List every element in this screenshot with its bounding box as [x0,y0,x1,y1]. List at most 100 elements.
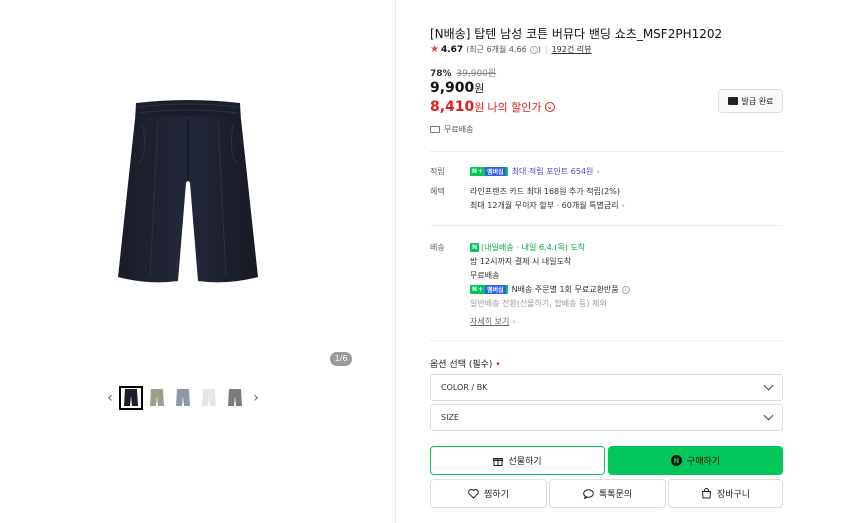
chevron-down-icon: ⌄ [544,102,555,112]
shipping-exclusion: 일반배송 전환(선물하기, 합배송 등) 제외 [470,299,607,308]
size-select-value: SIZE [441,413,459,422]
badge-plus: + [478,168,484,175]
badge-n: N [472,286,478,293]
discount-rate: 78% [430,69,452,79]
points-label: 적립 [430,167,445,176]
divider [430,225,783,226]
buy-button-label: 구매하기 [686,457,721,467]
chevron-down-icon [763,410,774,421]
coupon-button[interactable]: 발급 완료 [718,89,783,113]
thumbnail-5[interactable] [223,386,247,410]
badge-n: N [472,168,478,175]
thumb-shape-1 [124,388,138,406]
thumbnail-3[interactable] [171,386,195,410]
my-price-label: 나의 할인가 [487,101,542,114]
npay-membership-badge: N + 멤버십 [470,285,508,294]
thumb-shape-5 [228,388,242,406]
benefit-label: 혜택 [430,187,445,196]
color-select-value: COLOR / BK [441,383,488,392]
chevron-right-icon: › [596,167,600,176]
my-discount-price[interactable]: 8,410 원 나의 할인가 ⌄ [430,99,555,115]
buy-button[interactable]: N 구매하기 [608,446,783,475]
divider [430,340,783,341]
shopping-bag-icon [701,488,712,499]
more-details-link[interactable]: 자세히 보기 [470,316,509,327]
chevron-right-icon: › [621,201,625,210]
info-icon[interactable]: i [621,285,630,294]
benefit-line-2: 최대 12개월 무이자 할부 · 60개월 특별금리 [470,201,619,210]
sale-price: 9,900원 [430,80,484,96]
coupon-icon [727,97,738,105]
image-page-counter: 1/6 [330,352,352,366]
divider [430,151,783,152]
chevron-left-icon[interactable]: ‹ [102,385,118,410]
gift-icon [493,456,504,466]
points-row[interactable]: N + 멤버십 최대 적립 포인트 654원 › [470,166,600,177]
free-shipping: 무료배송 [430,124,473,135]
shipping-fee: 무료배송 [470,271,500,280]
benefit-line-1: 라인프렌즈 카드 최대 168원 추가 적립(2%) [470,187,620,196]
thumb-shape-3 [176,388,190,406]
thumbnail-2[interactable] [145,386,169,410]
heart-icon [468,488,479,499]
chevron-right-icon[interactable]: › [248,385,264,410]
benefit-line-2-row[interactable]: 최대 12개월 무이자 할부 · 60개월 특별금리 › [470,200,625,211]
rating-row: ★ 4.67 (최근 6개월 4.66 i ) | 192건 리뷰 [430,44,591,55]
thumbnail-shorts [150,388,164,406]
thumbnail-shorts [202,388,216,406]
info-icon[interactable]: i [529,45,538,54]
discount-line: 78% 39,900원 [430,66,496,79]
thumb-shape-4 [202,388,216,406]
cart-button[interactable]: 장바구니 [668,479,783,508]
shorts-image [118,100,258,283]
cart-button-label: 장바구니 [716,490,751,500]
option-label: 옵션 선택 (필수) • [430,357,501,370]
points-text: 최대 적립 포인트 654원 [511,167,594,176]
truck-icon [430,126,440,133]
thumbnail-shorts [176,388,190,406]
badge-membership: 멤버십 [485,167,506,176]
talktalk-button[interactable]: 톡톡문의 [549,479,666,508]
exchange-row: N + 멤버십 N배송 주문별 1회 무료교환반품 i [470,284,630,295]
thumbnail-shorts [228,388,242,406]
delivery-type: (내일배송 [481,243,514,252]
product-main-image[interactable] [98,95,278,295]
wishlist-button-label: 찜하기 [484,490,509,500]
chat-bubble-icon [583,488,594,499]
free-shipping-label: 무료배송 [444,125,474,134]
required-mark: • [495,360,501,370]
npay-icon: N [670,455,682,466]
review-count-link[interactable]: 192건 리뷰 [552,44,592,55]
badge-plus: + [478,286,484,293]
npay-membership-badge: N + 멤버십 [470,167,508,176]
sale-price-value: 9,900 [430,80,475,96]
gift-button[interactable]: 선물하기 [430,446,605,475]
my-price-value: 8,410 [430,99,475,115]
chevron-down-icon [763,380,774,391]
star-icon: ★ [430,44,439,55]
recent-rating: (최근 6개월 4.66 [466,45,527,54]
more-link-row[interactable]: 자세히 보기 › [470,316,516,327]
delivery-date: · 내일 6.4.(목) 도착 [516,243,586,252]
separator: | [544,45,548,54]
product-title: [N배송] 탑텐 남성 코튼 버뮤다 밴딩 쇼츠_MSF2PH1202 [430,27,723,41]
option-label-text: 옵션 선택 (필수) [430,360,493,370]
thumbnail-1[interactable] [119,385,143,410]
wishlist-button[interactable]: 찜하기 [430,479,547,508]
thumbnail-strip: ‹ › [102,385,264,410]
exchange-text: N배송 주문별 1회 무료교환반품 [511,285,619,294]
shipping-label: 배송 [430,243,445,252]
badge-membership: 멤버십 [485,285,506,294]
thumbnail-4[interactable] [197,386,221,410]
delivery-row: N (내일배송 · 내일 6.4.(목) 도착 [470,242,585,253]
thumbnail-shorts [124,388,138,406]
original-price: 39,900원 [456,69,497,79]
thumb-shape-2 [150,388,164,406]
color-select[interactable]: COLOR / BK [430,374,783,401]
vertical-divider [395,0,396,523]
sale-price-unit: 원 [474,82,485,95]
size-select[interactable]: SIZE [430,404,783,431]
delivery-cutoff: 밤 12시까지 결제 시 내일도착 [470,257,572,266]
talktalk-button-label: 톡톡문의 [598,490,633,500]
recent-rating-close: ) [537,45,541,54]
